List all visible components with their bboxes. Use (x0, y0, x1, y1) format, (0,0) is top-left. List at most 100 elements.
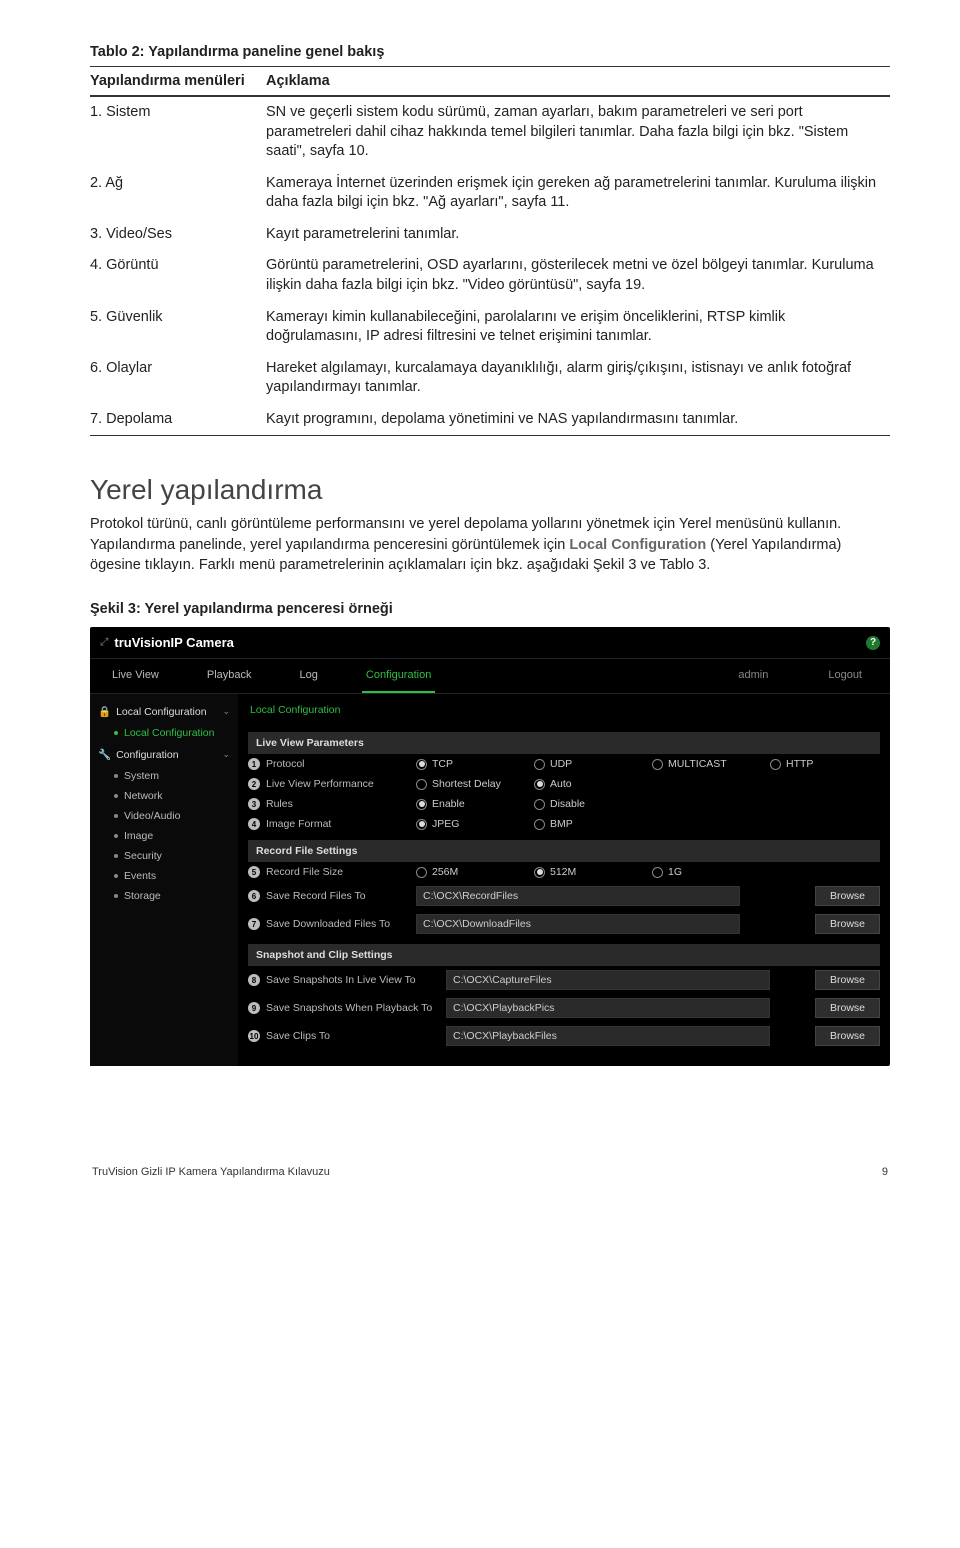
row-6-desc: Hareket algılamayı, kurcalamaya dayanıkl… (266, 353, 890, 404)
label-protocol: Protocol (266, 758, 305, 770)
row-7-desc: Kayıt programını, depolama yönetimini ve… (266, 404, 890, 436)
chevron-down-icon: ⌄ (222, 749, 230, 760)
radio-jpeg[interactable]: JPEG (416, 818, 526, 830)
input-save-record[interactable]: C:\OCX\RecordFiles (416, 886, 740, 906)
table-caption: Tablo 2: Yapılandırma paneline genel bak… (90, 44, 890, 60)
sidebar-item-security[interactable]: Security (90, 846, 238, 866)
tab-log[interactable]: Log (296, 659, 322, 693)
browse-button[interactable]: Browse (815, 886, 880, 906)
tab-playback[interactable]: Playback (203, 659, 256, 693)
section-heading: Yerel yapılandırma (90, 474, 890, 506)
logout-link[interactable]: Logout (818, 659, 872, 693)
sidebar-item-label: Events (124, 870, 156, 882)
label-save-snap-live: Save Snapshots In Live View To (266, 974, 416, 986)
page-number: 9 (882, 1166, 888, 1178)
expand-icon[interactable]: ⤢ (100, 636, 108, 649)
help-icon[interactable]: ? (866, 636, 880, 650)
input-save-downloaded[interactable]: C:\OCX\DownloadFiles (416, 914, 740, 934)
browse-button[interactable]: Browse (815, 998, 880, 1018)
th-menus: Yapılandırma menüleri (90, 67, 266, 96)
row-1-label: 1. Sistem (90, 97, 266, 168)
label-save-record: Save Record Files To (266, 890, 366, 902)
sidebar-item-label: Image (124, 830, 153, 842)
panel-snapshot-clip: Snapshot and Clip Settings (248, 944, 880, 966)
chevron-down-icon: ⌄ (222, 706, 230, 717)
sidebar-item-local-config[interactable]: Local Configuration (90, 723, 238, 743)
callout-2: 2 (248, 778, 260, 790)
label-rules: Rules (266, 798, 293, 810)
row-7-label: 7. Depolama (90, 404, 266, 436)
row-3-desc: Kayıt parametrelerini tanımlar. (266, 219, 890, 251)
row-4-desc: Görüntü parametrelerini, OSD ayarlarını,… (266, 250, 890, 301)
section-paragraph: Protokol türünü, canlı görüntüleme perfo… (90, 514, 890, 575)
sidebar-item-storage[interactable]: Storage (90, 886, 238, 906)
row-6-label: 6. Olaylar (90, 353, 266, 404)
input-save-clips[interactable]: C:\OCX\PlaybackFiles (446, 1026, 770, 1046)
sidebar-group-local-label: Local Configuration (116, 706, 206, 718)
callout-8: 8 (248, 974, 260, 986)
sidebar-item-label: Local Configuration (124, 727, 214, 739)
radio-multicast[interactable]: MULTICAST (652, 758, 762, 770)
input-save-snap-live[interactable]: C:\OCX\CaptureFiles (446, 970, 770, 990)
sidebar-item-system[interactable]: System (90, 766, 238, 786)
radio-256m[interactable]: 256M (416, 866, 526, 878)
sidebar-item-label: Security (124, 850, 162, 862)
sidebar-item-label: System (124, 770, 159, 782)
sidebar-item-events[interactable]: Events (90, 866, 238, 886)
sidebar-group-local[interactable]: 🔒 Local Configuration ⌄ (90, 700, 238, 723)
brand-truvision: truVision (114, 635, 170, 650)
callout-6: 6 (248, 890, 260, 902)
radio-1g[interactable]: 1G (652, 866, 762, 878)
callout-1: 1 (248, 758, 260, 770)
browse-button[interactable]: Browse (815, 1026, 880, 1046)
row-1-desc: SN ve geçerli sistem kodu sürümü, zaman … (266, 97, 890, 168)
callout-3: 3 (248, 798, 260, 810)
radio-512m[interactable]: 512M (534, 866, 644, 878)
callout-4: 4 (248, 818, 260, 830)
tab-configuration[interactable]: Configuration (362, 659, 435, 693)
label-save-clips: Save Clips To (266, 1030, 330, 1042)
label-image-format: Image Format (266, 818, 331, 830)
sidebar-item-image[interactable]: Image (90, 826, 238, 846)
th-desc: Açıklama (266, 67, 890, 96)
sidebar-item-network[interactable]: Network (90, 786, 238, 806)
input-save-snap-pb[interactable]: C:\OCX\PlaybackPics (446, 998, 770, 1018)
panel-live-view-params: Live View Parameters (248, 732, 880, 754)
para-part-bold: Local Configuration (569, 537, 706, 553)
tab-live-view[interactable]: Live View (108, 659, 163, 693)
breadcrumb: Local Configuration (248, 700, 880, 726)
label-live-view-perf: Live View Performance (266, 778, 374, 790)
row-4-label: 4. Görüntü (90, 250, 266, 301)
sidebar-item-label: Storage (124, 890, 161, 902)
lock-icon: 🔒 (98, 705, 111, 718)
screenshot-local-config: ⤢ truVision IP Camera ? Live View Playba… (90, 627, 890, 1066)
label-save-snap-pb: Save Snapshots When Playback To (266, 1002, 432, 1014)
row-5-label: 5. Güvenlik (90, 302, 266, 353)
row-2-desc: Kameraya İnternet üzerinden erişmek için… (266, 168, 890, 219)
brand-ipcamera: IP Camera (171, 635, 234, 650)
callout-7: 7 (248, 918, 260, 930)
sidebar: 🔒 Local Configuration ⌄ Local Configuratio… (90, 694, 238, 1066)
row-2-label: 2. Ağ (90, 168, 266, 219)
radio-enable[interactable]: Enable (416, 798, 526, 810)
browse-button[interactable]: Browse (815, 970, 880, 990)
radio-bmp[interactable]: BMP (534, 818, 644, 830)
sidebar-group-config[interactable]: 🔧Configuration⌄ (90, 743, 238, 766)
wrench-icon: 🔧 (98, 748, 111, 761)
figure-caption: Şekil 3: Yerel yapılandırma penceresi ör… (90, 601, 890, 617)
radio-auto[interactable]: Auto (534, 778, 644, 790)
footer-title: TruVision Gizli IP Kamera Yapılandırma K… (92, 1166, 330, 1178)
sidebar-item-label: Network (124, 790, 163, 802)
radio-udp[interactable]: UDP (534, 758, 644, 770)
label-record-file-size: Record File Size (266, 866, 343, 878)
radio-disable[interactable]: Disable (534, 798, 644, 810)
browse-button[interactable]: Browse (815, 914, 880, 934)
radio-shortest-delay[interactable]: Shortest Delay (416, 778, 526, 790)
radio-tcp[interactable]: TCP (416, 758, 526, 770)
callout-10: 10 (248, 1030, 260, 1042)
definition-table: Yapılandırma menüleri Açıklama 1. Sistem… (90, 67, 890, 435)
panel-record-file-settings: Record File Settings (248, 840, 880, 862)
row-5-desc: Kamerayı kimin kullanabileceğini, parola… (266, 302, 890, 353)
radio-http[interactable]: HTTP (770, 758, 880, 770)
sidebar-item-video-audio[interactable]: Video/Audio (90, 806, 238, 826)
